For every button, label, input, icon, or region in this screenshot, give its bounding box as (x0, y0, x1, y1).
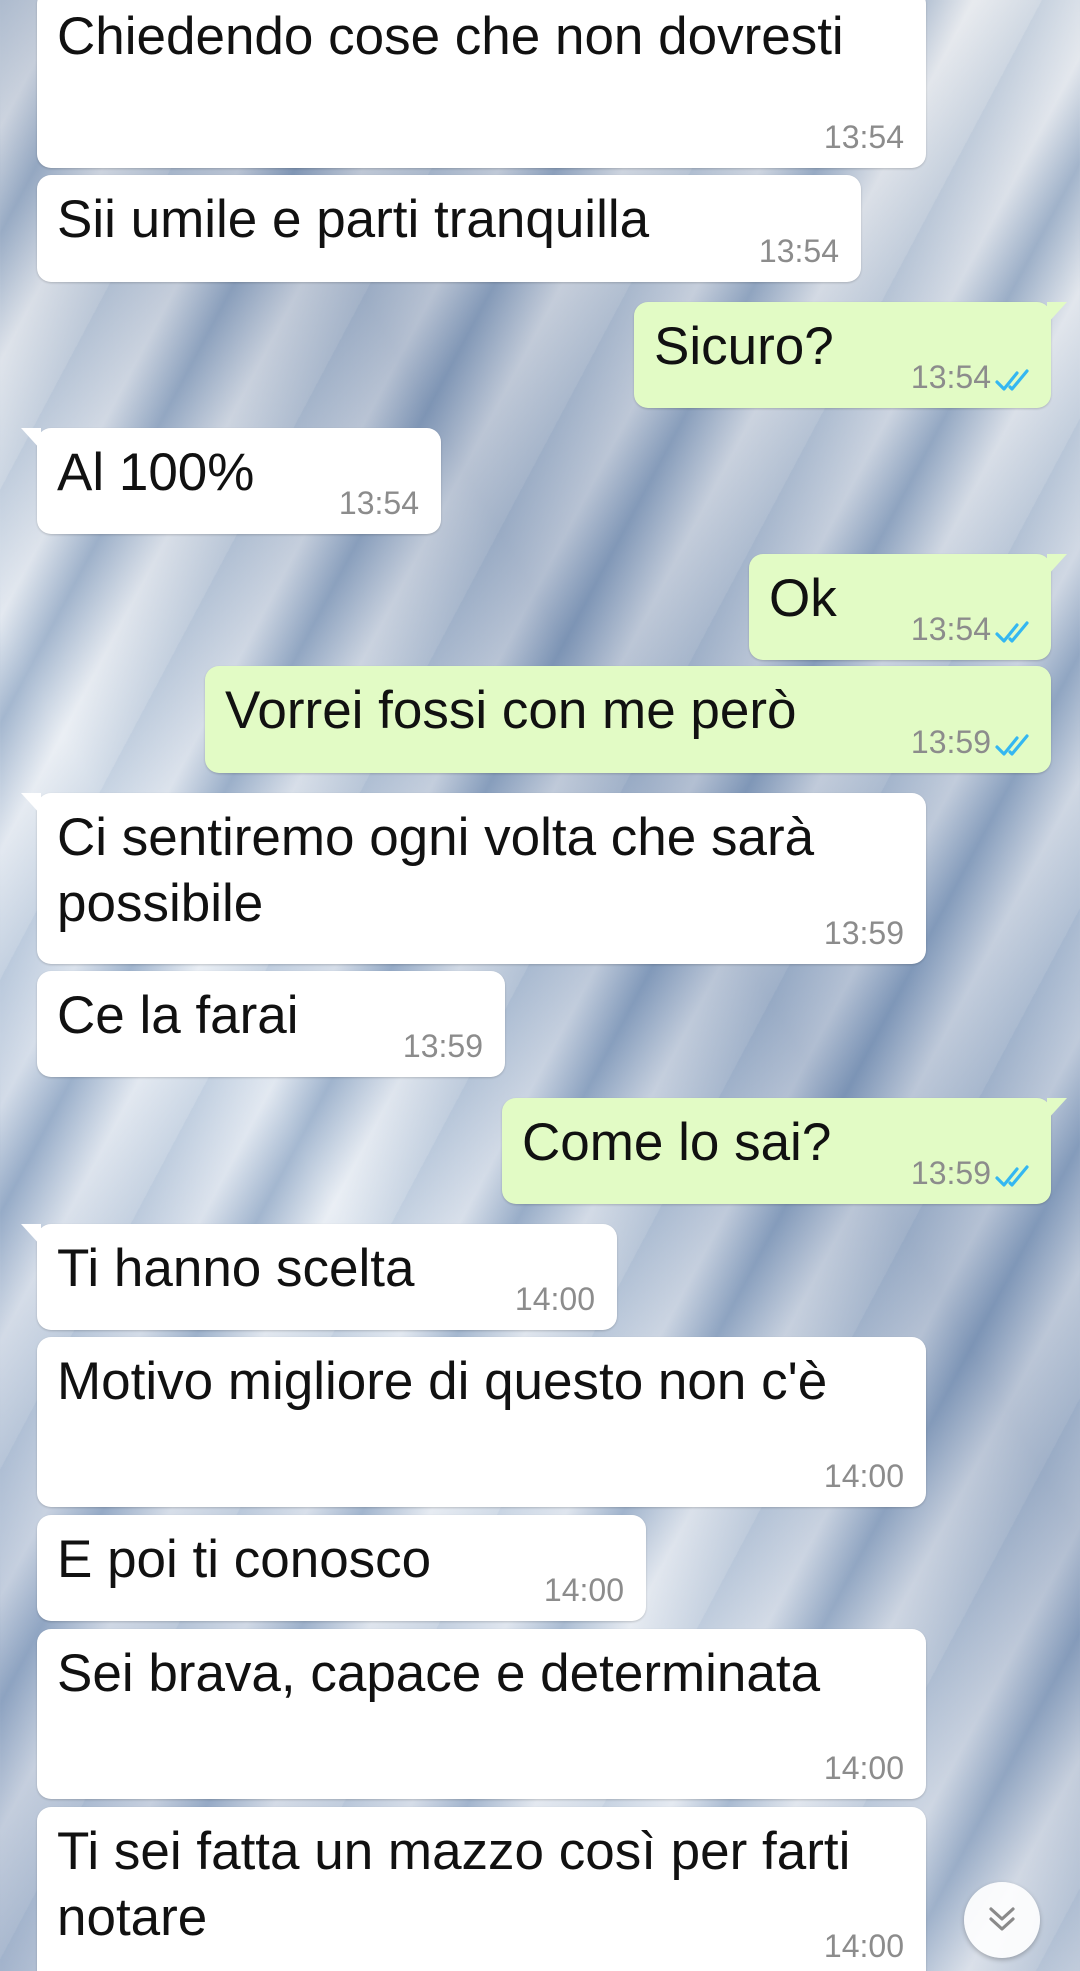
message-bubble-incoming[interactable]: Al 100% 13:54 (21, 428, 441, 534)
message-bubble-outgoing[interactable]: Come lo sai? 13:59 (502, 1098, 1067, 1204)
message-time: 14:00 (543, 1572, 624, 1608)
message-text: Ti hanno scelta (57, 1239, 415, 1298)
message-text: E poi ti conosco (57, 1530, 432, 1589)
message-bubble-incoming[interactable]: Ti hanno scelta 14:00 (21, 1224, 617, 1330)
double-check-icon (995, 369, 1029, 391)
message-text: Motivo migliore di questo non c'è (57, 1352, 828, 1411)
double-chevron-down-icon (989, 1907, 1015, 1931)
message-bubble-incoming[interactable]: Ce la farai 13:59 (37, 971, 505, 1077)
message-bubble-incoming[interactable]: Ti sei fatta un mazzo così per farti not… (37, 1807, 926, 1971)
message-bubble-outgoing[interactable]: Sicuro? 13:54 (634, 302, 1067, 408)
message-bubble-incoming[interactable]: Chiedendo cose che non dovresti 13:54 (37, 0, 926, 168)
message-time: 13:59 (402, 1028, 483, 1064)
double-check-icon (995, 1165, 1029, 1187)
message-text: Sicuro? (654, 317, 834, 376)
message-time: 14:00 (823, 1928, 904, 1964)
message-text: Vorrei fossi con me però (225, 681, 797, 740)
message-bubble-incoming[interactable]: Motivo migliore di questo non c'è 14:00 (37, 1337, 926, 1507)
message-time: 13:54 (910, 611, 991, 647)
double-check-icon (995, 734, 1029, 756)
message-text: Chiedendo cose che non dovresti (57, 7, 844, 66)
scroll-to-bottom-button[interactable] (964, 1882, 1040, 1958)
message-text: Ti sei fatta un mazzo così per farti not… (57, 1822, 851, 1947)
double-check-icon (995, 621, 1029, 643)
message-time: 13:59 (910, 1155, 991, 1191)
message-text: Ci sentiremo ogni volta che sarà possibi… (57, 808, 815, 933)
message-time: 14:00 (514, 1281, 595, 1317)
message-time: 13:59 (823, 915, 904, 951)
message-text: Sei brava, capace e determinata (57, 1644, 821, 1703)
message-list[interactable]: Chiedendo cose che non dovresti 13:54 Si… (0, 0, 1080, 1971)
message-time: 13:54 (758, 233, 839, 269)
message-bubble-outgoing[interactable]: Vorrei fossi con me però 13:59 (205, 666, 1051, 773)
message-bubble-incoming[interactable]: Ci sentiremo ogni volta che sarà possibi… (21, 793, 926, 964)
message-bubble-incoming[interactable]: Sei brava, capace e determinata 14:00 (37, 1629, 926, 1799)
message-text: Al 100% (57, 443, 255, 502)
message-bubble-incoming[interactable]: E poi ti conosco 14:00 (37, 1515, 646, 1621)
message-time: 14:00 (823, 1750, 904, 1786)
message-bubble-incoming[interactable]: Sii umile e parti tranquilla 13:54 (37, 175, 861, 282)
message-text: Sii umile e parti tranquilla (57, 190, 650, 249)
message-time: 13:54 (910, 359, 991, 395)
message-text: Ok (769, 569, 837, 628)
message-time: 13:59 (910, 724, 991, 760)
message-text: Come lo sai? (522, 1113, 832, 1172)
message-bubble-outgoing[interactable]: Ok 13:54 (749, 554, 1067, 660)
message-time: 13:54 (823, 119, 904, 155)
message-text: Ce la farai (57, 986, 299, 1045)
message-time: 14:00 (823, 1458, 904, 1494)
message-time: 13:54 (338, 485, 419, 521)
